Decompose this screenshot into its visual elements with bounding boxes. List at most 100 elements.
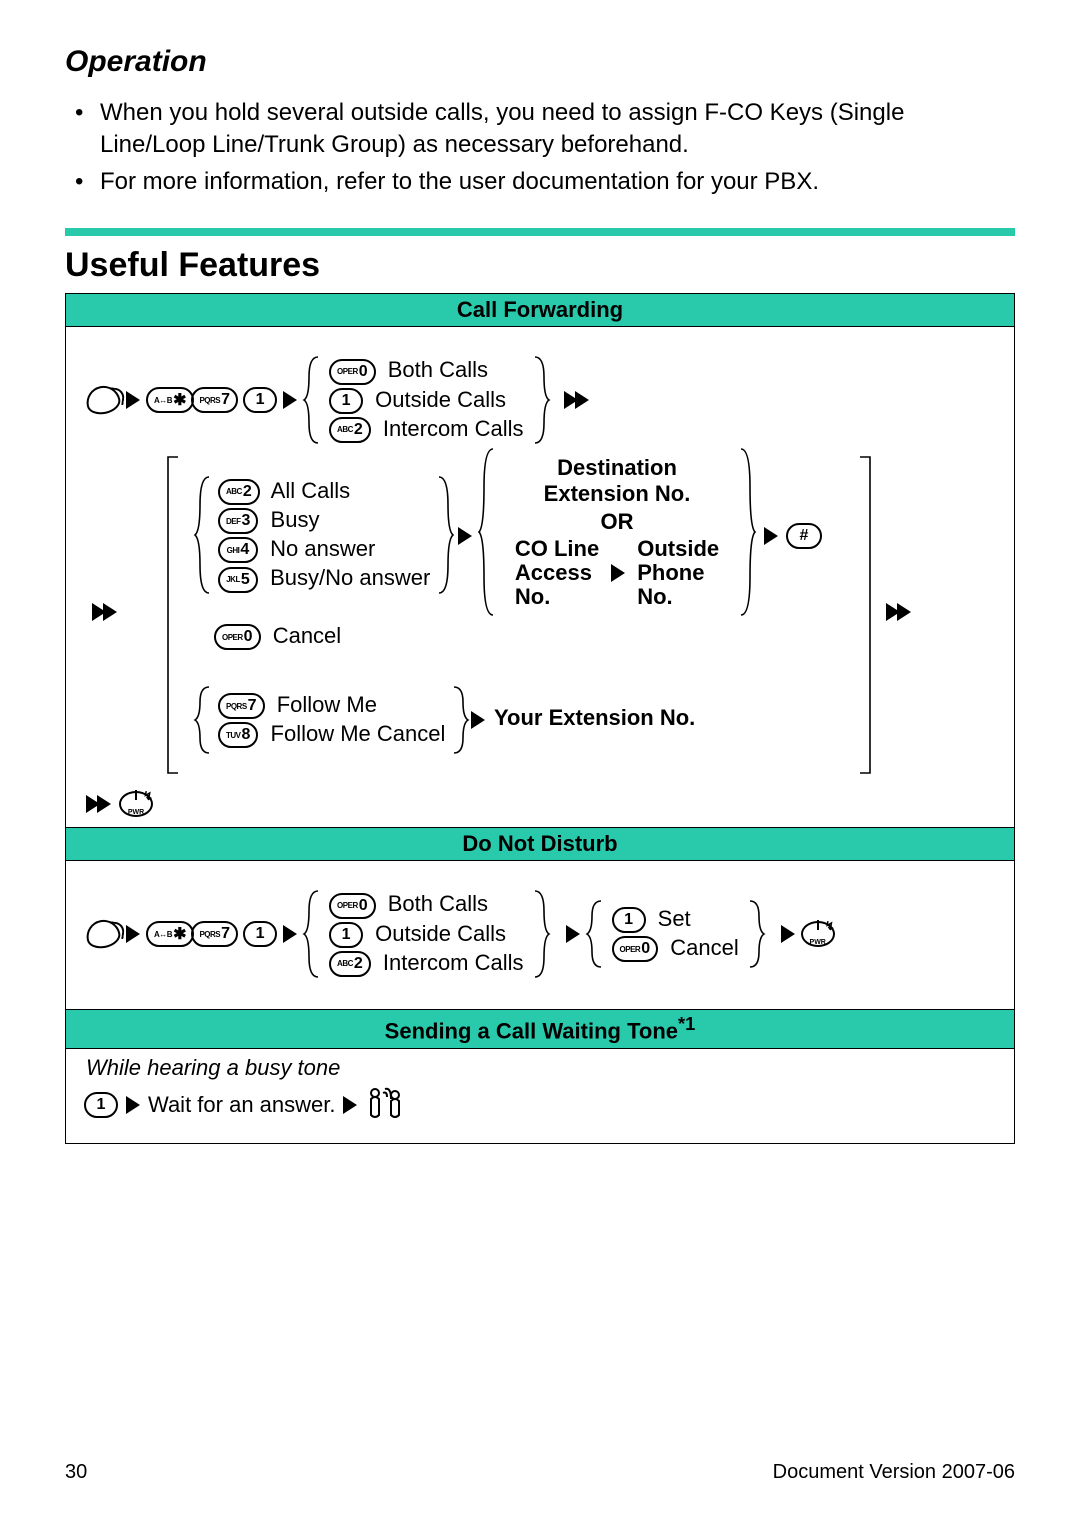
cf-row1: A↔B ✱ PQRS 7 1 OPER (76, 335, 1004, 445)
outside-phone-label: Outside Phone No. (637, 537, 719, 610)
arrow-icon (126, 391, 140, 409)
people-talk-icon (365, 1085, 409, 1125)
talk-icon (83, 383, 122, 417)
follow-option: PQRS7 Follow Me (218, 692, 445, 719)
page-footer: 30 Document Version 2007-06 (65, 1461, 1015, 1484)
key-3: DEF3 (218, 508, 258, 534)
wait-text: Wait for an answer. (148, 1092, 335, 1118)
key-5: JKL5 (218, 567, 258, 593)
double-arrow-icon (564, 391, 589, 409)
key-7: PQRS7 (191, 921, 238, 947)
condition-option: GHI4 No answer (218, 536, 430, 563)
brace-left-icon (303, 355, 323, 445)
arrow-icon (126, 1096, 140, 1114)
key-sequence: A↔B ✱ PQRS 7 1 (146, 387, 277, 413)
destination-group: Destination Extension No. OR CO Line Acc… (502, 455, 732, 610)
key-hash: # (786, 523, 822, 549)
double-arrow-icon (92, 603, 117, 621)
cf-conditions: ABC2 All Calls DEF3 Busy GHI4 No answer … (218, 478, 430, 593)
key-star: A↔B✱ (146, 921, 194, 947)
page-number: 30 (65, 1461, 87, 1484)
brace-left-icon (303, 889, 323, 979)
key-1: 1 (329, 922, 363, 948)
key-1: 1 (243, 921, 277, 947)
brace-left-icon (194, 475, 214, 595)
arrow-icon (458, 527, 472, 545)
cancel-option: OPER0 Cancel (214, 623, 341, 650)
key-8: TUV8 (218, 722, 258, 748)
call-type-option: OPER0 Both Calls (329, 891, 523, 918)
note-item: When you hold several outside calls, you… (100, 97, 1015, 162)
key-0: OPER 0 (329, 359, 376, 385)
brace-right-icon (736, 447, 756, 617)
key-sequence: A↔B✱ PQRS7 1 (146, 921, 277, 947)
dnd-header: Do Not Disturb (66, 827, 1014, 861)
arrow-icon (283, 925, 297, 943)
pwr-icon: ↯ PWR (801, 921, 835, 947)
condition-option: DEF3 Busy (218, 507, 430, 534)
brace-left-icon (478, 447, 498, 617)
key-2: ABC 2 (329, 417, 371, 443)
call-waiting-body: While hearing a busy tone 1 Wait for an … (66, 1049, 1014, 1143)
key-7: PQRS 7 (191, 387, 238, 413)
arrow-icon (126, 925, 140, 943)
call-type-option: 1 Outside Calls (329, 387, 523, 414)
doc-version: Document Version 2007-06 (773, 1461, 1015, 1484)
key-0: OPER0 (329, 893, 376, 919)
cf-follow-group: PQRS7 Follow Me TUV8 Follow Me Cancel (218, 692, 445, 748)
bracket-left-icon (164, 455, 182, 780)
arrow-icon (283, 391, 297, 409)
key-1: 1 (329, 388, 363, 414)
call-forwarding-header: Call Forwarding (66, 294, 1014, 327)
dnd-actions: 1 Set OPER0 Cancel (612, 906, 739, 962)
note-item: For more information, refer to the user … (100, 166, 1015, 198)
cf-row3: ↯ PWR (76, 791, 1004, 827)
dnd-call-types: OPER0 Both Calls 1 Outside Calls ABC2 In… (329, 891, 523, 977)
call-waiting-header: Sending a Call Waiting Tone*1 (66, 1009, 1014, 1048)
or-label: OR (502, 509, 732, 535)
brace-right-icon (530, 889, 550, 979)
arrow-icon (781, 925, 795, 943)
section-title: Useful Features (65, 246, 1015, 285)
brace-right-icon (449, 685, 469, 755)
condition-option: JKL5 Busy/No answer (218, 565, 430, 592)
call-type-option: OPER 0 Both Calls (329, 357, 523, 384)
action-option: 1 Set (612, 906, 739, 933)
talk-icon (83, 917, 122, 951)
key-1: 1 (84, 1092, 118, 1118)
cf-branching-block: ABC2 All Calls DEF3 Busy GHI4 No answer … (86, 455, 1004, 785)
brace-right-icon (745, 899, 765, 969)
key-1: 1 (243, 387, 277, 413)
page-header: Operation (65, 45, 1015, 79)
double-arrow-icon (86, 795, 111, 813)
key-1: 1 (612, 907, 646, 933)
double-arrow-icon (886, 603, 911, 621)
busy-tone-note: While hearing a busy tone (76, 1055, 1004, 1081)
condition-option: ABC2 All Calls (218, 478, 430, 505)
key-2: ABC2 (329, 951, 371, 977)
destination-ext-label: Destination Extension No. (502, 455, 732, 507)
dnd-body: A↔B✱ PQRS7 1 OPER0 Both Calls 1 Outside … (66, 861, 1014, 1009)
features-table: Call Forwarding A↔B ✱ PQRS 7 1 (65, 293, 1015, 1143)
key-7: PQRS7 (218, 693, 265, 719)
call-forwarding-body: A↔B ✱ PQRS 7 1 OPER (66, 327, 1014, 827)
key-0: OPER0 (612, 936, 659, 962)
dnd-row: A↔B✱ PQRS7 1 OPER0 Both Calls 1 Outside … (76, 869, 1004, 999)
arrow-icon (611, 564, 625, 582)
operation-notes: When you hold several outside calls, you… (65, 97, 1015, 198)
bracket-right-icon (856, 455, 874, 780)
key-4: GHI4 (218, 537, 258, 563)
brace-right-icon (434, 475, 454, 595)
arrow-icon (764, 527, 778, 545)
key-star: A↔B ✱ (146, 387, 194, 413)
section-divider (65, 228, 1015, 236)
follow-option: TUV8 Follow Me Cancel (218, 721, 445, 748)
brace-right-icon (530, 355, 550, 445)
key-0: OPER0 (214, 624, 261, 650)
arrow-icon (343, 1096, 357, 1114)
co-line-label: CO Line Access No. (515, 537, 599, 610)
call-type-option: ABC2 Intercom Calls (329, 950, 523, 977)
key-2: ABC2 (218, 479, 260, 505)
arrow-icon (566, 925, 580, 943)
brace-left-icon (586, 899, 606, 969)
